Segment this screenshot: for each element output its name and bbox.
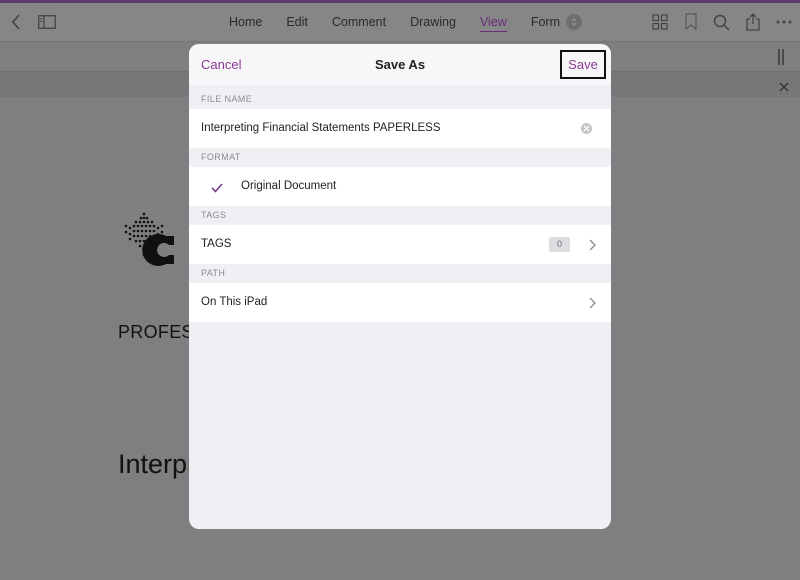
document-title: Interpr	[118, 449, 197, 479]
more-icon[interactable]	[774, 3, 794, 41]
document-heading: PROFES	[118, 322, 194, 342]
format-row[interactable]: Original Document	[189, 167, 611, 206]
path-row[interactable]: On This iPad	[189, 283, 611, 322]
bookmark-icon[interactable]	[681, 3, 701, 41]
tags-label: TAGS	[201, 238, 232, 250]
share-icon[interactable]	[743, 3, 763, 41]
tags-header: TAGS	[201, 210, 227, 220]
grid-icon[interactable]	[650, 3, 670, 41]
dialog-title: Save As	[374, 57, 426, 72]
path-value: On This iPad	[201, 296, 268, 308]
file-name-row[interactable]: Interpreting Financial Statements PAPERL…	[189, 109, 611, 148]
chevron-right-icon	[589, 238, 596, 256]
pencil-icon[interactable]	[777, 48, 785, 71]
menu-comment[interactable]: Comment	[320, 3, 398, 41]
format-option-label: Original Document	[241, 180, 337, 192]
clear-icon[interactable]	[581, 123, 592, 134]
checkmark-icon	[211, 167, 223, 206]
tags-count-badge: 0	[549, 237, 570, 252]
top-toolbar: Home Edit Comment Drawing View Form	[0, 3, 800, 41]
sidebar-icon[interactable]	[37, 3, 57, 41]
menu-form[interactable]: Form	[519, 3, 564, 41]
search-icon[interactable]	[711, 3, 731, 41]
menu-drawing[interactable]: Drawing	[398, 3, 468, 41]
menu-home[interactable]: Home	[217, 3, 274, 41]
tags-row[interactable]: TAGS 0	[189, 225, 611, 264]
cancel-button[interactable]: Cancel	[201, 44, 241, 85]
format-header: FORMAT	[201, 152, 241, 162]
save-button[interactable]: Save	[560, 50, 606, 79]
file-name-header: FILE NAME	[201, 94, 253, 104]
menu-view[interactable]: View	[468, 3, 519, 41]
file-name-input[interactable]: Interpreting Financial Statements PAPERL…	[201, 109, 441, 148]
chevron-right-icon	[589, 296, 596, 314]
path-header: PATH	[201, 268, 226, 278]
save-as-dialog: Save As Cancel Save FILE NAME Interpreti…	[189, 44, 611, 529]
main-menu: Home Edit Comment Drawing View Form	[217, 3, 582, 41]
menu-edit[interactable]: Edit	[274, 3, 320, 41]
dialog-header: Save As Cancel Save	[189, 44, 611, 85]
back-icon[interactable]	[6, 3, 26, 41]
form-toggle-icon[interactable]	[565, 14, 582, 30]
close-icon[interactable]	[779, 79, 789, 97]
